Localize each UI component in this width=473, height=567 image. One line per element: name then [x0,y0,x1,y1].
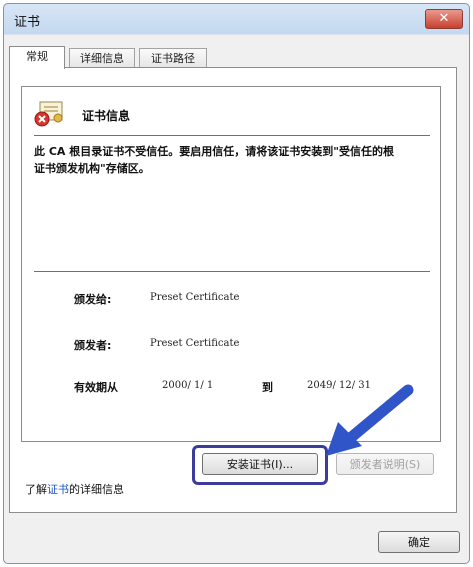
issued-by-value: Preset Certificate [150,338,240,349]
validity-label: 有效期从 [74,381,118,394]
validity-to-word: 到 [262,381,273,394]
pointer-arrow-icon [326,384,414,456]
window-title: 证书 [14,15,41,30]
learn-more-suffix: 的详细信息 [69,483,124,496]
learn-more-text: 了解证书的详细信息 [25,481,124,497]
tab-details[interactable]: 详细信息 [69,48,135,67]
valid-from-value: 2000/ 1/ 1 [162,380,214,391]
untrusted-warning-text: 此 CA 根目录证书不受信任。要启用信任，请将该证书安装到"受信任的根证书颁发机… [34,145,394,175]
title-bar[interactable]: 证书 ✕ [4,4,469,34]
close-icon: ✕ [438,11,450,26]
details-divider [34,271,430,272]
issued-to-label: 颁发给: [74,293,112,306]
learn-more-prefix: 了解 [25,483,47,496]
close-button[interactable]: ✕ [425,9,463,29]
certificates-link[interactable]: 证书 [47,483,69,496]
certificate-error-icon [34,101,63,127]
tab-certification-path[interactable]: 证书路径 [139,48,207,67]
issued-to-value: Preset Certificate [150,292,240,303]
certificate-info-heading: 证书信息 [82,109,131,123]
install-certificate-button[interactable]: 安装证书(I)... [202,453,318,475]
heading-divider [34,135,430,136]
ok-button[interactable]: 确定 [378,531,460,553]
issued-by-label: 颁发者: [74,339,112,352]
tab-general[interactable]: 常规 [9,46,65,69]
